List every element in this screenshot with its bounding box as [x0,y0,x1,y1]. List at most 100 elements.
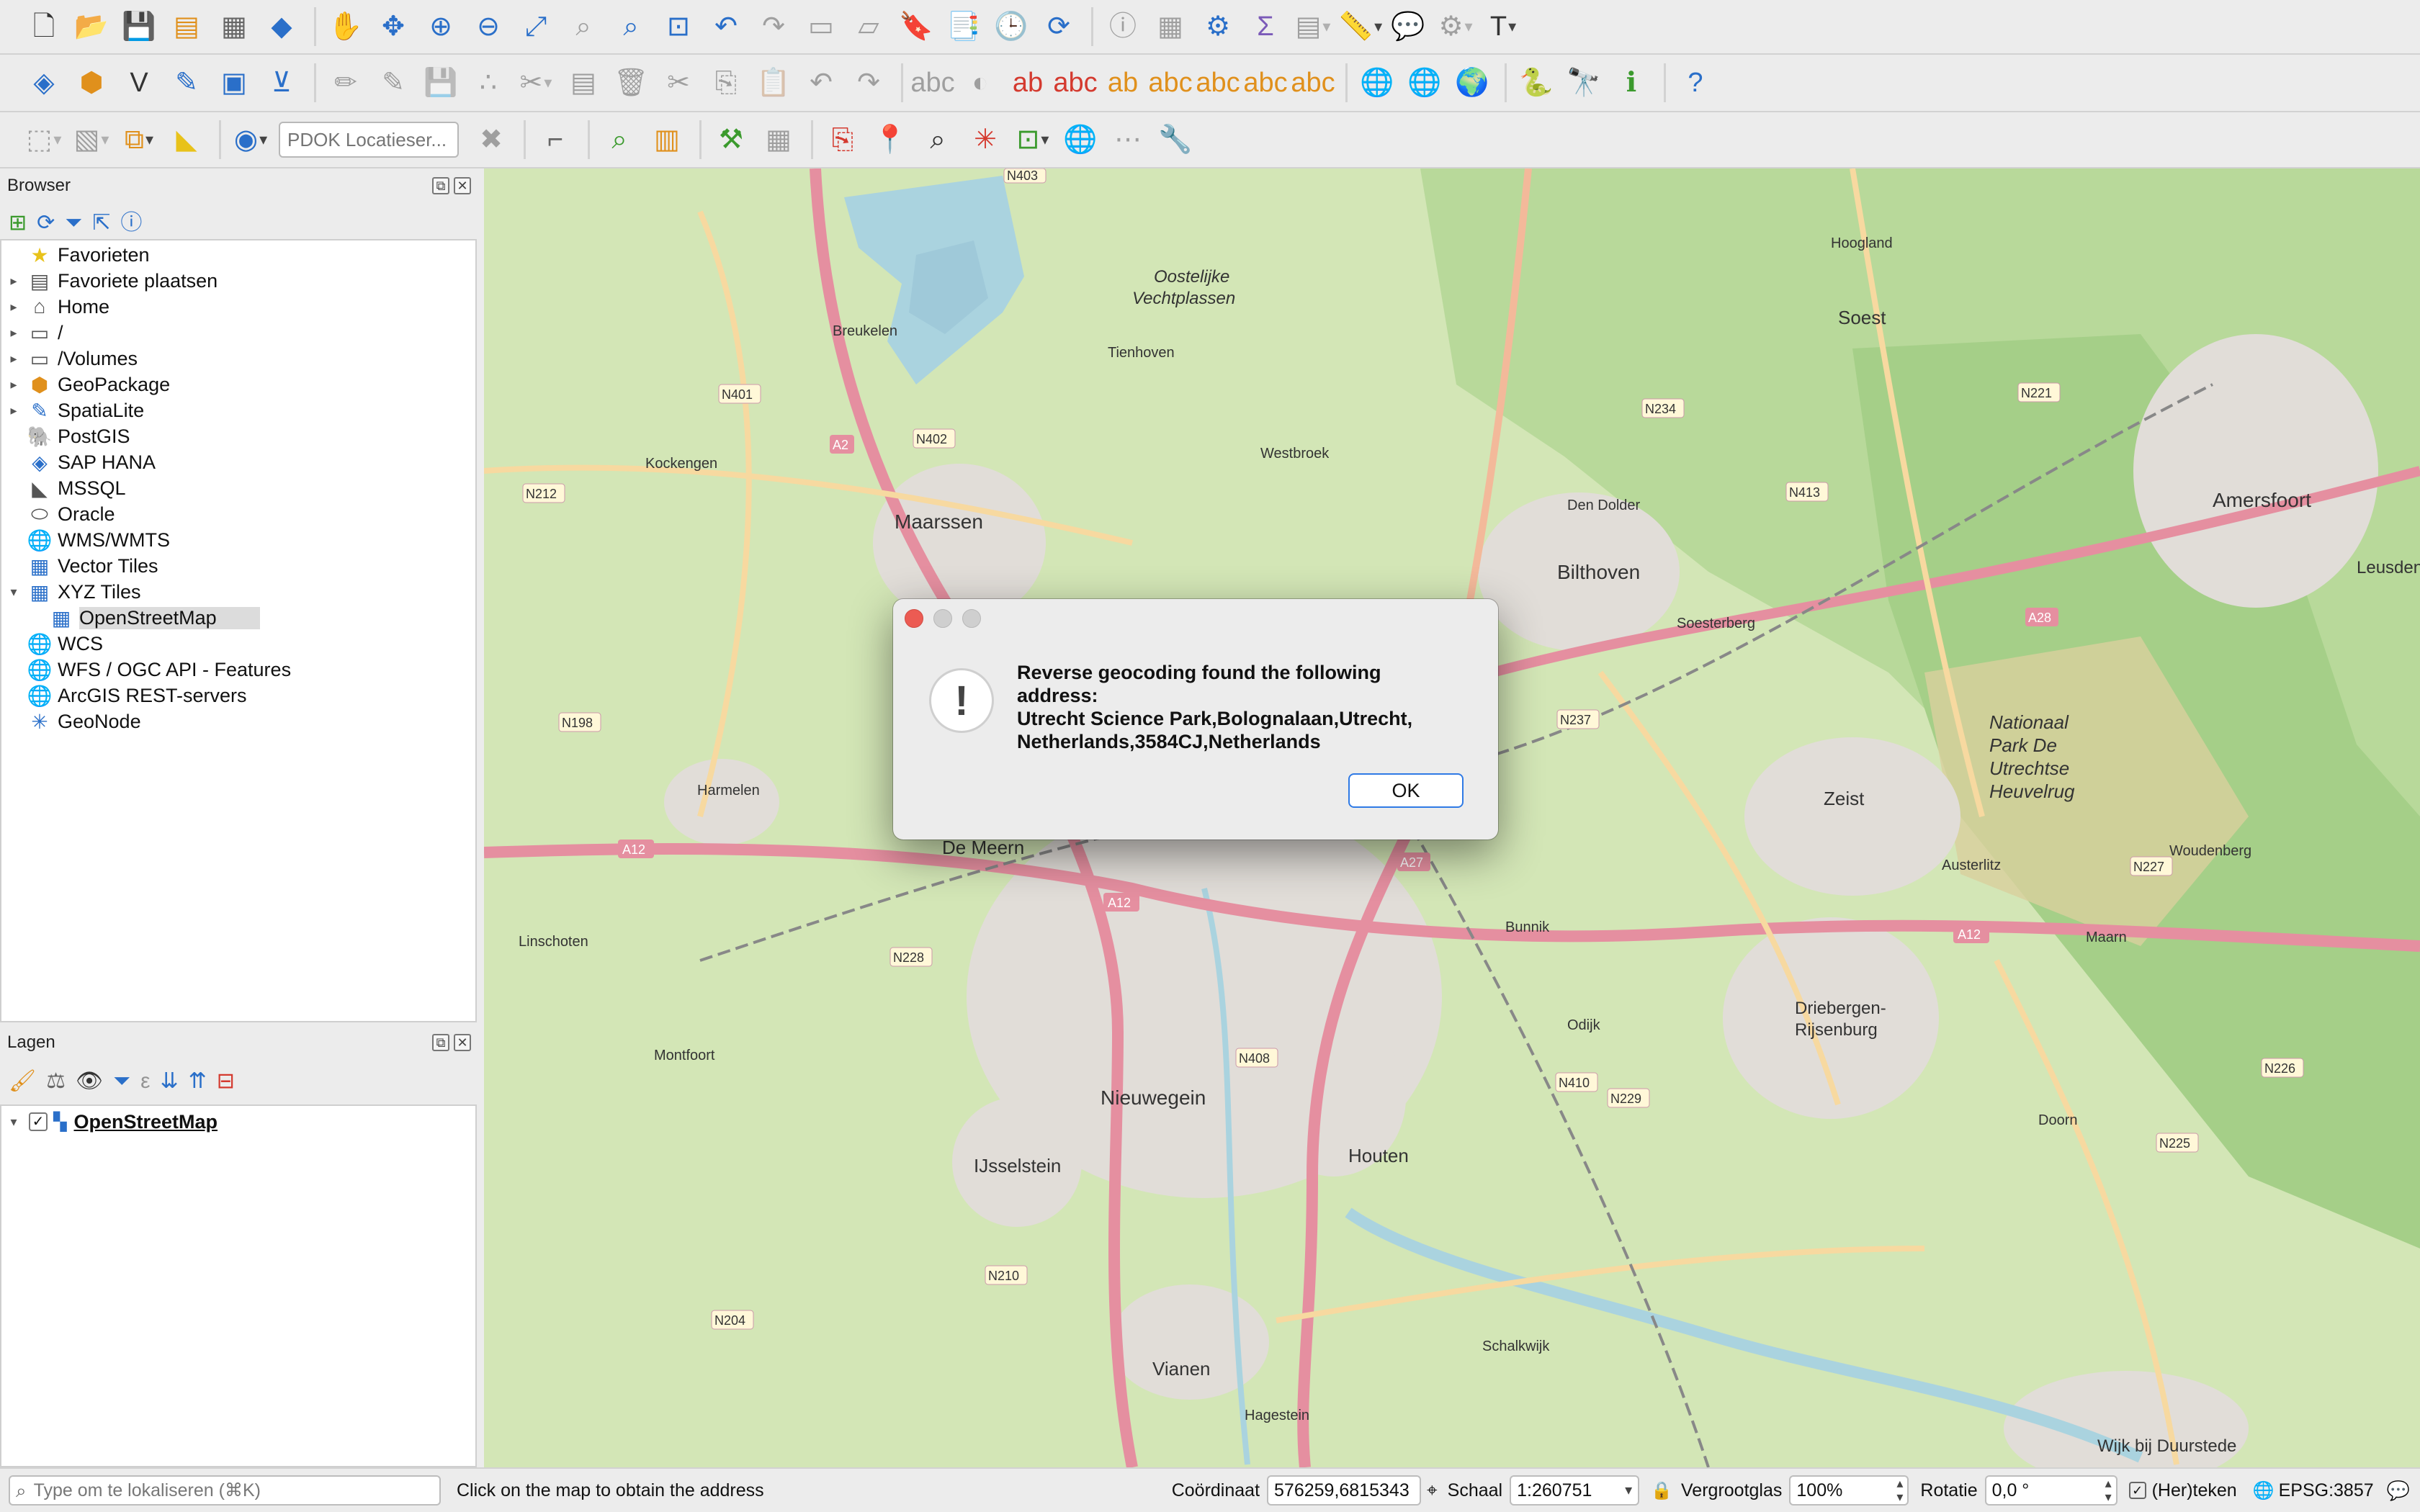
expand-arrow-icon[interactable]: ▸ [6,274,22,289]
render-checkbox[interactable]: ✓ [2128,1482,2146,1499]
new-temporary-layer-icon[interactable]: ✎ [164,60,209,105]
map-tips-icon[interactable]: 💬 [1386,4,1430,49]
browser-item-volumes[interactable]: ▸ ▭ /Volumes [1,346,475,372]
binoculars-icon[interactable]: 🔭 [1561,60,1606,105]
style-manager-icon[interactable]: ◆ [259,4,304,49]
browser-item-spatialite[interactable]: ▸ ✎ SpatiaLite [1,397,475,423]
spinner-icon[interactable]: ▴ ▾ [2105,1477,2112,1504]
zoom-window-button[interactable] [962,609,981,628]
paste-features-icon[interactable]: 📋 [751,60,796,105]
select-by-value-icon[interactable]: ▧ [69,117,114,162]
collapse-all-icon[interactable]: ⇱ [92,212,110,234]
geocoding-plugin-icon[interactable]: 🌐 [1355,60,1399,105]
style-panel-icon[interactable]: 🖌 [9,1071,36,1092]
locator-search[interactable]: ⌕ Type om te lokaliseren (⌘K) [9,1475,441,1506]
text-annotation-icon[interactable]: T [1481,4,1525,49]
browser-item-geonode[interactable]: ✳ GeoNode [1,708,475,734]
expand-arrow-icon[interactable]: ▸ [6,403,22,418]
add-group-icon[interactable]: ⚖ [46,1071,66,1092]
move-label-icon[interactable]: abc [1196,60,1240,105]
statistical-summary-icon[interactable]: Σ [1243,4,1288,49]
temporal-controller-icon[interactable]: 🕒 [989,4,1034,49]
pan-to-selection-icon[interactable]: ✥ [371,4,416,49]
identify-features-icon[interactable]: ⓘ [1101,4,1145,49]
select-features-icon[interactable]: ⚙ [1433,4,1478,49]
locator-icon[interactable]: ⌕ [597,117,642,162]
expand-arrow-icon[interactable]: ▾ [6,1115,22,1130]
refresh-browser-icon[interactable]: ⟳ [37,212,55,234]
filter-legend-icon[interactable]: ⏷ [113,1071,130,1092]
browser-item-xyz-tiles[interactable]: ▾ ▦ XYZ Tiles [1,579,475,605]
data-source-manager-icon[interactable]: ◈ [22,60,66,105]
new-project-icon[interactable]: 🗋 [22,4,66,49]
new-bookmark-icon[interactable]: 🔖 [894,4,938,49]
crs-globe-icon[interactable]: 🌐 [2253,1480,2275,1501]
expand-arrow-icon[interactable]: ▸ [6,377,22,392]
rotation-field[interactable]: 0,0 ° ▴ ▾ [1984,1475,2118,1506]
delete-selected-icon[interactable]: 🗑 [609,60,653,105]
layer-labeling-icon[interactable]: ◐ [958,60,1003,105]
pdok-clear-icon[interactable]: ✖ [469,117,514,162]
crs-label[interactable]: EPSG:3857 [2279,1480,2374,1501]
zoom-native-icon[interactable]: ⊡ [656,4,701,49]
globe-wire-icon[interactable]: 🌐 [1058,117,1103,162]
python-console-icon[interactable]: 🐍 [1514,60,1559,105]
zoom-in-icon[interactable]: ⊕ [418,4,463,49]
browser-item-sap-hana[interactable]: ◈ SAP HANA [1,449,475,475]
expand-arrow-icon[interactable]: ▸ [6,325,22,341]
toggle-editing-icon[interactable]: ✏ [323,60,368,105]
pan-icon[interactable]: ✋ [323,4,368,49]
select-by-area-icon[interactable]: ⬚ [22,117,66,162]
zoom-full-icon[interactable]: ⤢ [514,4,558,49]
binoculars-globe-icon[interactable]: 🌍 [1450,60,1494,105]
vector-tool-icon[interactable]: ▦ [756,117,801,162]
new-geopackage-layer-icon[interactable]: ⬢ [69,60,114,105]
layer-item-openstreetmap[interactable]: ▾ ✓ ▚ OpenStreetMap [1,1109,475,1135]
new-print-layout-icon[interactable]: ▤ [164,4,209,49]
pdok-search-input[interactable] [279,122,459,158]
processing-toolbox-icon[interactable]: ⚙ [1196,4,1240,49]
browser-item-arcgis-rest-servers[interactable]: 🌐 ArcGIS REST-servers [1,683,475,708]
expand-all-icon[interactable]: ⇊ [160,1071,178,1092]
spatial-query-icon[interactable]: ⚒ [709,117,753,162]
add-wms-layer-icon[interactable]: ▣ [212,60,256,105]
vertex-tool-icon[interactable]: ✂ [514,60,558,105]
digitize-tool-icon[interactable]: ⌐ [533,117,578,162]
close-window-button[interactable] [905,609,923,628]
show-hide-labels-icon[interactable]: abc [1148,60,1193,105]
change-label-icon[interactable]: abc [1291,60,1335,105]
add-delimited-text-layer-icon[interactable]: V [117,60,161,105]
save-edits-icon[interactable]: 💾 [418,60,463,105]
undo-icon[interactable]: ↶ [799,60,843,105]
reverse-geocode-icon[interactable]: 🌐 [1402,60,1447,105]
georeferencer-icon[interactable]: ▥ [645,117,689,162]
measure-line-icon[interactable]: 📏 [1338,4,1383,49]
refresh-icon[interactable]: ⟳ [1036,4,1081,49]
help-icon[interactable]: ? [1673,60,1718,105]
zoom-last-icon[interactable]: ↶ [704,4,748,49]
browser-item-wms-wmts[interactable]: 🌐 WMS/WMTS [1,527,475,553]
browser-item-postgis[interactable]: 🐘 PostGIS [1,423,475,449]
current-edits-icon[interactable]: ✎ [371,60,416,105]
zoom-to-point-icon[interactable]: ⌕ [915,117,960,162]
new-3d-view-icon[interactable]: ▱ [846,4,891,49]
properties-icon[interactable]: ⓘ [120,212,142,234]
manage-visibility-icon[interactable]: 👁 [76,1071,103,1092]
expand-arrow-icon[interactable]: ▾ [6,585,22,600]
filter-browser-icon[interactable]: ⏷ [65,212,82,234]
ok-button[interactable]: OK [1348,773,1464,808]
zoom-selection-icon[interactable]: ⌕ [561,4,606,49]
browser-item-home[interactable]: ▸ ⌂ Home [1,294,475,320]
reverse-geocoding-tool-icon[interactable]: ✳ [963,117,1008,162]
expand-arrow-icon[interactable]: ▸ [6,300,22,315]
browser-item-wfs-ogc-api-features[interactable]: 🌐 WFS / OGC API - Features [1,657,475,683]
wrench-icon[interactable]: 🔧 [1153,117,1198,162]
add-feature-icon[interactable]: ∴ [466,60,511,105]
open-project-icon[interactable]: 📂 [69,4,114,49]
spinner-icon[interactable]: ▴ ▾ [1896,1477,1903,1504]
rotate-label-icon[interactable]: abc [1243,60,1288,105]
browser-item-mssql[interactable]: ◣ MSSQL [1,475,475,501]
browser-item-openstreetmap[interactable]: ▦ OpenStreetMap [1,605,475,631]
save-project-icon[interactable]: 💾 [117,4,161,49]
cut-features-icon[interactable]: ✂ [656,60,701,105]
